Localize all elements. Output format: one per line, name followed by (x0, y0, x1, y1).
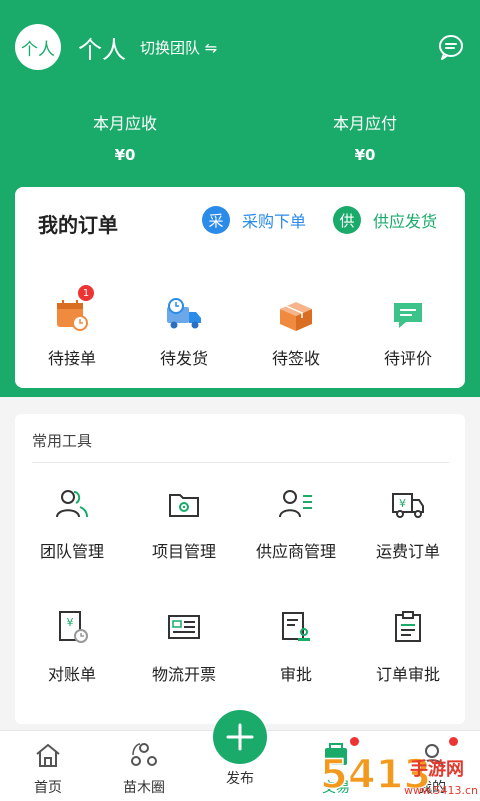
tool-order-approval-label: 订单审批 (375, 665, 440, 684)
publish-label: 发布 (226, 771, 254, 787)
tool-team-management[interactable]: 团队管理 (22, 486, 122, 562)
tool-supplier-management[interactable]: 供应商管理 (246, 486, 346, 562)
receivable-value: ¥0 (114, 146, 136, 164)
watermark-brand: 手游网 (410, 758, 464, 780)
tool-freight-orders-label: 运费订单 (375, 542, 440, 561)
package-box-icon (280, 302, 312, 331)
tab-nursery-circle-label: 苗木圈 (123, 780, 165, 796)
common-tools-card: 常用工具 团队管理 项目管理 供应商管理 ¥ 运费订单 ¥ 对账单 物流开票 审… (15, 414, 465, 724)
approval-stamp-icon (282, 612, 310, 641)
plus-icon (226, 723, 254, 751)
my-orders-card: 我的订单 采 采购下单 供 供应发货 1 待接单 待发货 待签收 待评价 (15, 187, 465, 388)
orders-title: 我的订单 (38, 213, 118, 237)
clipboard-icon (395, 611, 421, 642)
switch-team-button[interactable]: 切换团队 ⇋ (140, 37, 217, 58)
tool-team-management-label: 团队管理 (39, 542, 104, 561)
calendar-clock-icon (57, 300, 88, 331)
order-pending-review[interactable]: 待评价 (368, 295, 448, 369)
tool-approval-label: 审批 (279, 665, 312, 684)
delivery-truck-icon (167, 298, 201, 329)
tab-nursery-circle[interactable]: 苗木圈 (104, 741, 184, 797)
order-pending-sign[interactable]: 待签收 (256, 295, 336, 369)
profile-notification-dot (449, 737, 458, 746)
tool-approval[interactable]: 审批 (246, 609, 346, 685)
comment-icon (394, 303, 422, 328)
tab-home-label: 首页 (34, 780, 62, 796)
invoice-icon (168, 615, 200, 639)
home-icon (36, 743, 60, 767)
avatar-text: 个人 (21, 39, 55, 60)
tools-divider (32, 462, 449, 463)
purchase-order-button[interactable]: 采 采购下单 (202, 206, 306, 234)
svg-text:¥: ¥ (399, 497, 406, 510)
trade-notification-dot (350, 737, 359, 746)
tool-statement[interactable]: ¥ 对账单 (22, 609, 122, 685)
publish-button[interactable] (213, 710, 267, 764)
tool-logistics-invoice-label: 物流开票 (151, 665, 216, 684)
receivable-label: 本月应收 (92, 114, 157, 133)
purchase-label: 采购下单 (242, 212, 307, 231)
payable-value: ¥0 (354, 146, 376, 164)
tab-home[interactable]: 首页 (8, 741, 88, 797)
tool-project-management[interactable]: 项目管理 (134, 486, 234, 562)
pending-accept-badge: 1 (78, 285, 94, 301)
tool-freight-orders[interactable]: ¥ 运费订单 (358, 486, 458, 562)
payable-label: 本月应付 (332, 114, 397, 133)
order-pending-ship-label: 待发货 (159, 349, 208, 368)
order-pending-accept-label: 待接单 (47, 349, 96, 368)
message-icon[interactable] (437, 33, 465, 61)
team-icon (56, 490, 88, 518)
order-pending-review-label: 待评价 (383, 349, 432, 368)
project-folder-icon (169, 494, 199, 517)
freight-truck-icon: ¥ (392, 493, 424, 518)
supply-ship-button[interactable]: 供 供应发货 (333, 206, 437, 234)
order-pending-ship[interactable]: 待发货 (144, 295, 224, 369)
receivable-stat[interactable]: 本月应收 ¥0 (65, 110, 185, 164)
supplier-icon (279, 490, 312, 518)
tool-supplier-management-label: 供应商管理 (255, 542, 336, 561)
watermark-domain: www.5413.cn (404, 784, 478, 797)
tool-logistics-invoice[interactable]: 物流开票 (134, 609, 234, 685)
tool-statement-label: 对账单 (47, 665, 96, 684)
team-name: 个人 (78, 36, 126, 64)
tools-title: 常用工具 (32, 432, 93, 450)
nursery-circle-icon (131, 743, 157, 766)
purchase-icon: 采 (202, 206, 230, 234)
payable-stat[interactable]: 本月应付 ¥0 (305, 110, 425, 164)
tool-project-management-label: 项目管理 (151, 542, 216, 561)
supply-icon: 供 (333, 206, 361, 234)
site-watermark-logo: 5413 手游网 www.5413.cn (320, 751, 478, 799)
statement-icon: ¥ (59, 611, 88, 643)
tool-order-approval[interactable]: 订单审批 (358, 609, 458, 685)
supply-label: 供应发货 (373, 212, 438, 231)
order-pending-accept[interactable]: 1 待接单 (32, 285, 112, 369)
svg-text:¥: ¥ (67, 616, 74, 629)
avatar[interactable]: 个人 (15, 24, 61, 70)
order-pending-sign-label: 待签收 (271, 349, 320, 368)
